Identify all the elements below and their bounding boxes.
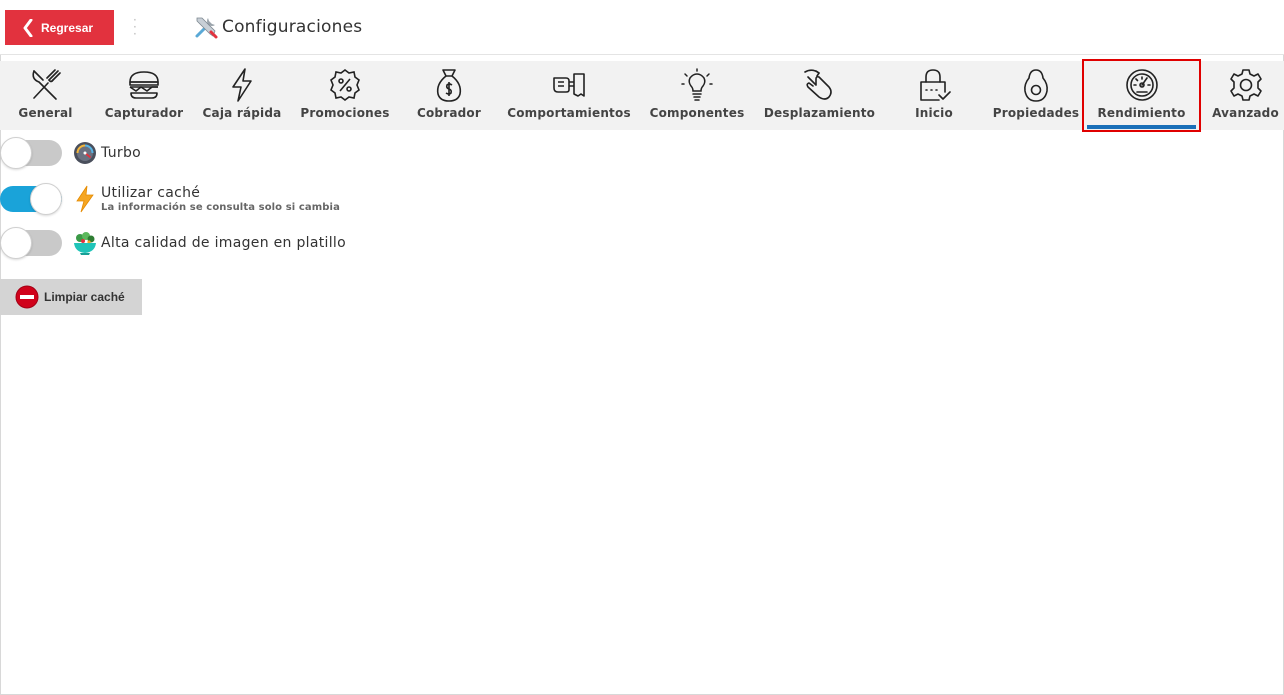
money-bag-icon xyxy=(435,69,463,102)
setting-row-turbo: Turbo xyxy=(0,137,141,169)
tab-label: Promociones xyxy=(300,106,390,120)
back-button-label: Regresar xyxy=(41,20,94,35)
lightning-bolt-icon xyxy=(73,185,97,213)
top-header: Regresar · · · Configuraciones xyxy=(0,0,1284,55)
lock-check-icon xyxy=(917,69,951,101)
toggle-knob xyxy=(0,227,32,259)
tab-comportamientos[interactable]: Comportamientos xyxy=(505,61,633,130)
turbo-toggle[interactable] xyxy=(0,137,62,169)
tab-cobrador[interactable]: Cobrador xyxy=(409,61,489,130)
tab-label: General xyxy=(18,106,73,120)
settings-tab-bar: General Capturador Caja rápida Promocion… xyxy=(0,59,1284,132)
utensils-icon xyxy=(29,69,63,101)
setting-subtitle: La información se consulta solo si cambi… xyxy=(101,202,340,213)
salad-bowl-icon xyxy=(73,231,97,255)
page-title: Configuraciones xyxy=(222,17,363,37)
toggle-knob xyxy=(30,183,62,215)
clear-cache-button[interactable]: Limpiar caché xyxy=(0,279,142,315)
speedometer-icon xyxy=(1125,69,1159,101)
clear-cache-label: Limpiar caché xyxy=(44,290,125,304)
tab-desplazamiento[interactable]: Desplazamiento xyxy=(762,61,877,130)
avocado-icon xyxy=(1023,69,1049,102)
chevron-left-icon xyxy=(23,18,33,37)
setting-label: Alta calidad de imagen en platillo xyxy=(101,235,346,251)
percent-badge-icon xyxy=(328,69,362,101)
toggle-knob xyxy=(0,137,32,169)
setting-row-image-quality: Alta calidad de imagen en platillo xyxy=(0,227,346,259)
cache-toggle[interactable] xyxy=(0,183,62,215)
page-title-group: Configuraciones xyxy=(193,14,362,40)
image-quality-toggle[interactable] xyxy=(0,227,62,259)
setting-row-cache: Utilizar caché La información se consult… xyxy=(0,183,340,215)
hand-receipt-icon xyxy=(552,69,586,101)
tab-label: Comportamientos xyxy=(507,106,631,120)
tab-label: Inicio xyxy=(915,106,953,120)
tab-capturador[interactable]: Capturador xyxy=(101,61,187,130)
tab-label: Capturador xyxy=(104,106,184,120)
gear-icon xyxy=(1229,69,1263,101)
tab-label: Caja rápida xyxy=(202,106,282,120)
more-options-icon[interactable]: · · · xyxy=(133,14,137,40)
setting-text: Turbo xyxy=(101,145,141,161)
tab-label: Componentes xyxy=(649,106,745,120)
tab-inicio[interactable]: Inicio xyxy=(898,61,970,130)
back-button[interactable]: Regresar xyxy=(5,10,114,45)
minus-circle-icon xyxy=(15,285,39,309)
setting-text: Alta calidad de imagen en platillo xyxy=(101,235,346,251)
active-tab-underline xyxy=(1087,125,1196,129)
setting-label: Utilizar caché xyxy=(101,185,201,201)
swipe-hand-icon xyxy=(802,69,838,101)
tab-label: Rendimiento xyxy=(1097,106,1186,120)
tab-caja-rapida[interactable]: Caja rápida xyxy=(197,61,287,130)
tab-propiedades[interactable]: Propiedades xyxy=(990,61,1082,130)
tab-general[interactable]: General xyxy=(0,61,91,130)
burger-icon xyxy=(127,69,161,101)
setting-label: Turbo xyxy=(101,145,142,161)
tools-icon xyxy=(195,17,218,39)
setting-text: Utilizar caché La información se consult… xyxy=(101,185,340,213)
tab-label: Propiedades xyxy=(992,106,1080,120)
tab-label: Desplazamiento xyxy=(763,106,876,120)
tab-label: Avanzado xyxy=(1212,106,1279,120)
turbo-gauge-icon xyxy=(73,141,97,165)
tab-label: Cobrador xyxy=(416,106,481,120)
tab-rendimiento[interactable]: Rendimiento xyxy=(1082,59,1201,132)
tab-avanzado[interactable]: Avanzado xyxy=(1207,61,1284,130)
lightbulb-icon xyxy=(680,68,714,101)
tab-componentes[interactable]: Componentes xyxy=(648,61,746,130)
lightning-icon xyxy=(230,68,254,102)
tab-promociones[interactable]: Promociones xyxy=(297,61,393,130)
